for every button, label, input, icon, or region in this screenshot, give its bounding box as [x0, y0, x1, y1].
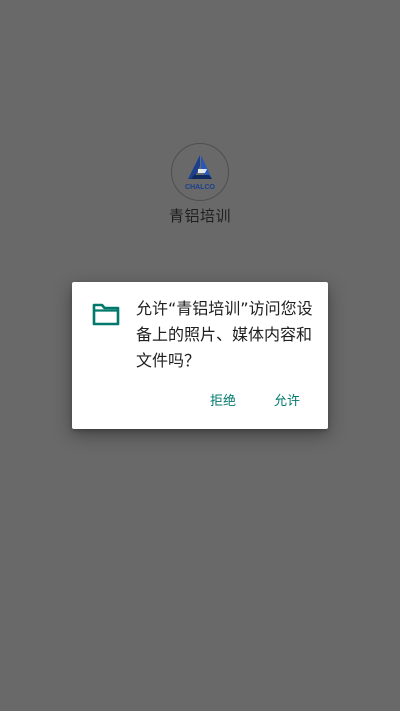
allow-button[interactable]: 允许 [258, 390, 316, 414]
deny-button[interactable]: 拒绝 [194, 390, 252, 414]
folder-icon [92, 303, 120, 326]
app-logo: CHALCO [171, 143, 229, 201]
app-name: 青铝培训 [168, 207, 231, 225]
permission-dialog: 允许“青铝培训”访问您设备上的照片、媒体内容和文件吗？ 拒绝 允许 [72, 282, 328, 429]
logo-text: CHALCO [185, 184, 215, 191]
dialog-actions: 拒绝 允许 [194, 390, 328, 414]
permission-message: 允许“青铝培训”访问您设备上的照片、媒体内容和文件吗？ [136, 299, 313, 370]
chalco-logo-icon: CHALCO [185, 155, 216, 191]
